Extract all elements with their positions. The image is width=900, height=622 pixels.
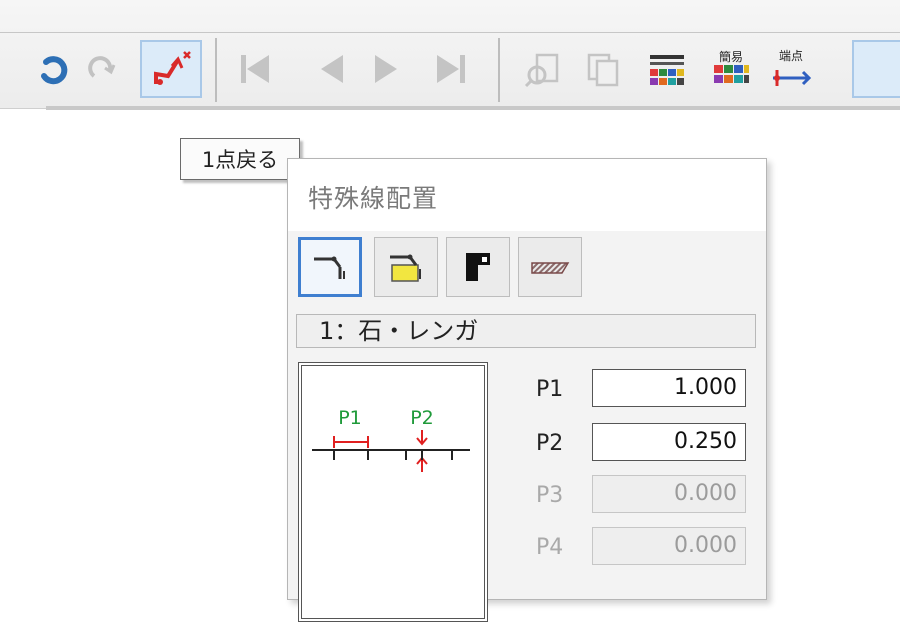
undo-point-icon <box>154 51 191 85</box>
mode-button-line-place[interactable] <box>298 237 362 297</box>
line-place-icon <box>314 256 345 279</box>
param-label-p2: P2 <box>536 431 564 456</box>
next-icon <box>375 55 397 83</box>
toolbar-separator <box>215 38 217 102</box>
tooltip: 1点戻る <box>180 138 300 180</box>
next-button[interactable] <box>356 40 418 98</box>
param-label-p4: P4 <box>536 535 564 560</box>
param-input-p4[interactable]: 0.000 <box>592 527 746 565</box>
endpoint-icon: 端点 <box>773 49 812 86</box>
toolbar-separator <box>498 38 500 102</box>
preview-p1-dimension <box>333 436 369 448</box>
mode-button-hatch[interactable] <box>518 237 582 297</box>
material-selector[interactable]: 1：石・レンガ <box>296 314 756 348</box>
first-button[interactable] <box>224 40 286 98</box>
find-icon <box>524 53 559 88</box>
undo-point-button[interactable] <box>140 40 202 98</box>
redo-button[interactable] <box>70 40 132 98</box>
find-button[interactable] <box>512 40 574 98</box>
preview-p1-label: P1 <box>338 407 362 429</box>
param-label-p1: P1 <box>536 377 564 402</box>
undo-icon <box>41 56 68 85</box>
param-input-p1[interactable]: 1.000 <box>592 369 746 407</box>
dialog-title: 特殊線配置 <box>308 184 439 213</box>
tooltip-text: 1点戻る <box>201 148 279 172</box>
copy-icon <box>587 53 619 87</box>
dialog-titlebar[interactable]: 特殊線配置 <box>288 159 766 231</box>
first-icon <box>241 55 269 83</box>
previous-icon <box>321 55 343 83</box>
preview-line <box>312 449 470 460</box>
hatch-icon <box>531 262 570 274</box>
simple-table-button[interactable]: 簡易 <box>700 40 762 98</box>
material-label: 1：石・レンガ <box>319 317 479 345</box>
block-icon <box>466 253 490 281</box>
param-input-p3[interactable]: 0.000 <box>592 475 746 513</box>
preview-p2-label: P2 <box>410 407 434 429</box>
simple-table-icon: 簡易 <box>714 49 749 83</box>
table-button[interactable] <box>636 40 698 98</box>
table-icon <box>650 55 684 85</box>
last-button[interactable] <box>420 40 482 98</box>
last-icon <box>437 55 465 83</box>
pattern-preview: P1 P2 <box>298 362 488 622</box>
svg-text:簡易: 簡易 <box>719 49 743 64</box>
copy-button[interactable] <box>572 40 634 98</box>
endpoint-button[interactable]: 端点 <box>760 40 822 98</box>
toolbar-overflow-button[interactable] <box>852 40 900 98</box>
redo-icon <box>88 56 116 78</box>
special-line-dialog: 特殊線配置 1：石・レンガ P1 P2 P1 1.000 P2 0.250 P3… <box>287 158 767 622</box>
toolbar: 簡易 端点 <box>0 0 900 110</box>
param-label-p3: P3 <box>536 483 564 508</box>
line-fill-icon <box>390 254 421 282</box>
param-input-p2[interactable]: 0.250 <box>592 423 746 461</box>
previous-button[interactable] <box>300 40 362 98</box>
mode-button-block[interactable] <box>446 237 510 297</box>
svg-text:端点: 端点 <box>779 49 803 63</box>
mode-button-line-fill[interactable] <box>374 237 438 297</box>
